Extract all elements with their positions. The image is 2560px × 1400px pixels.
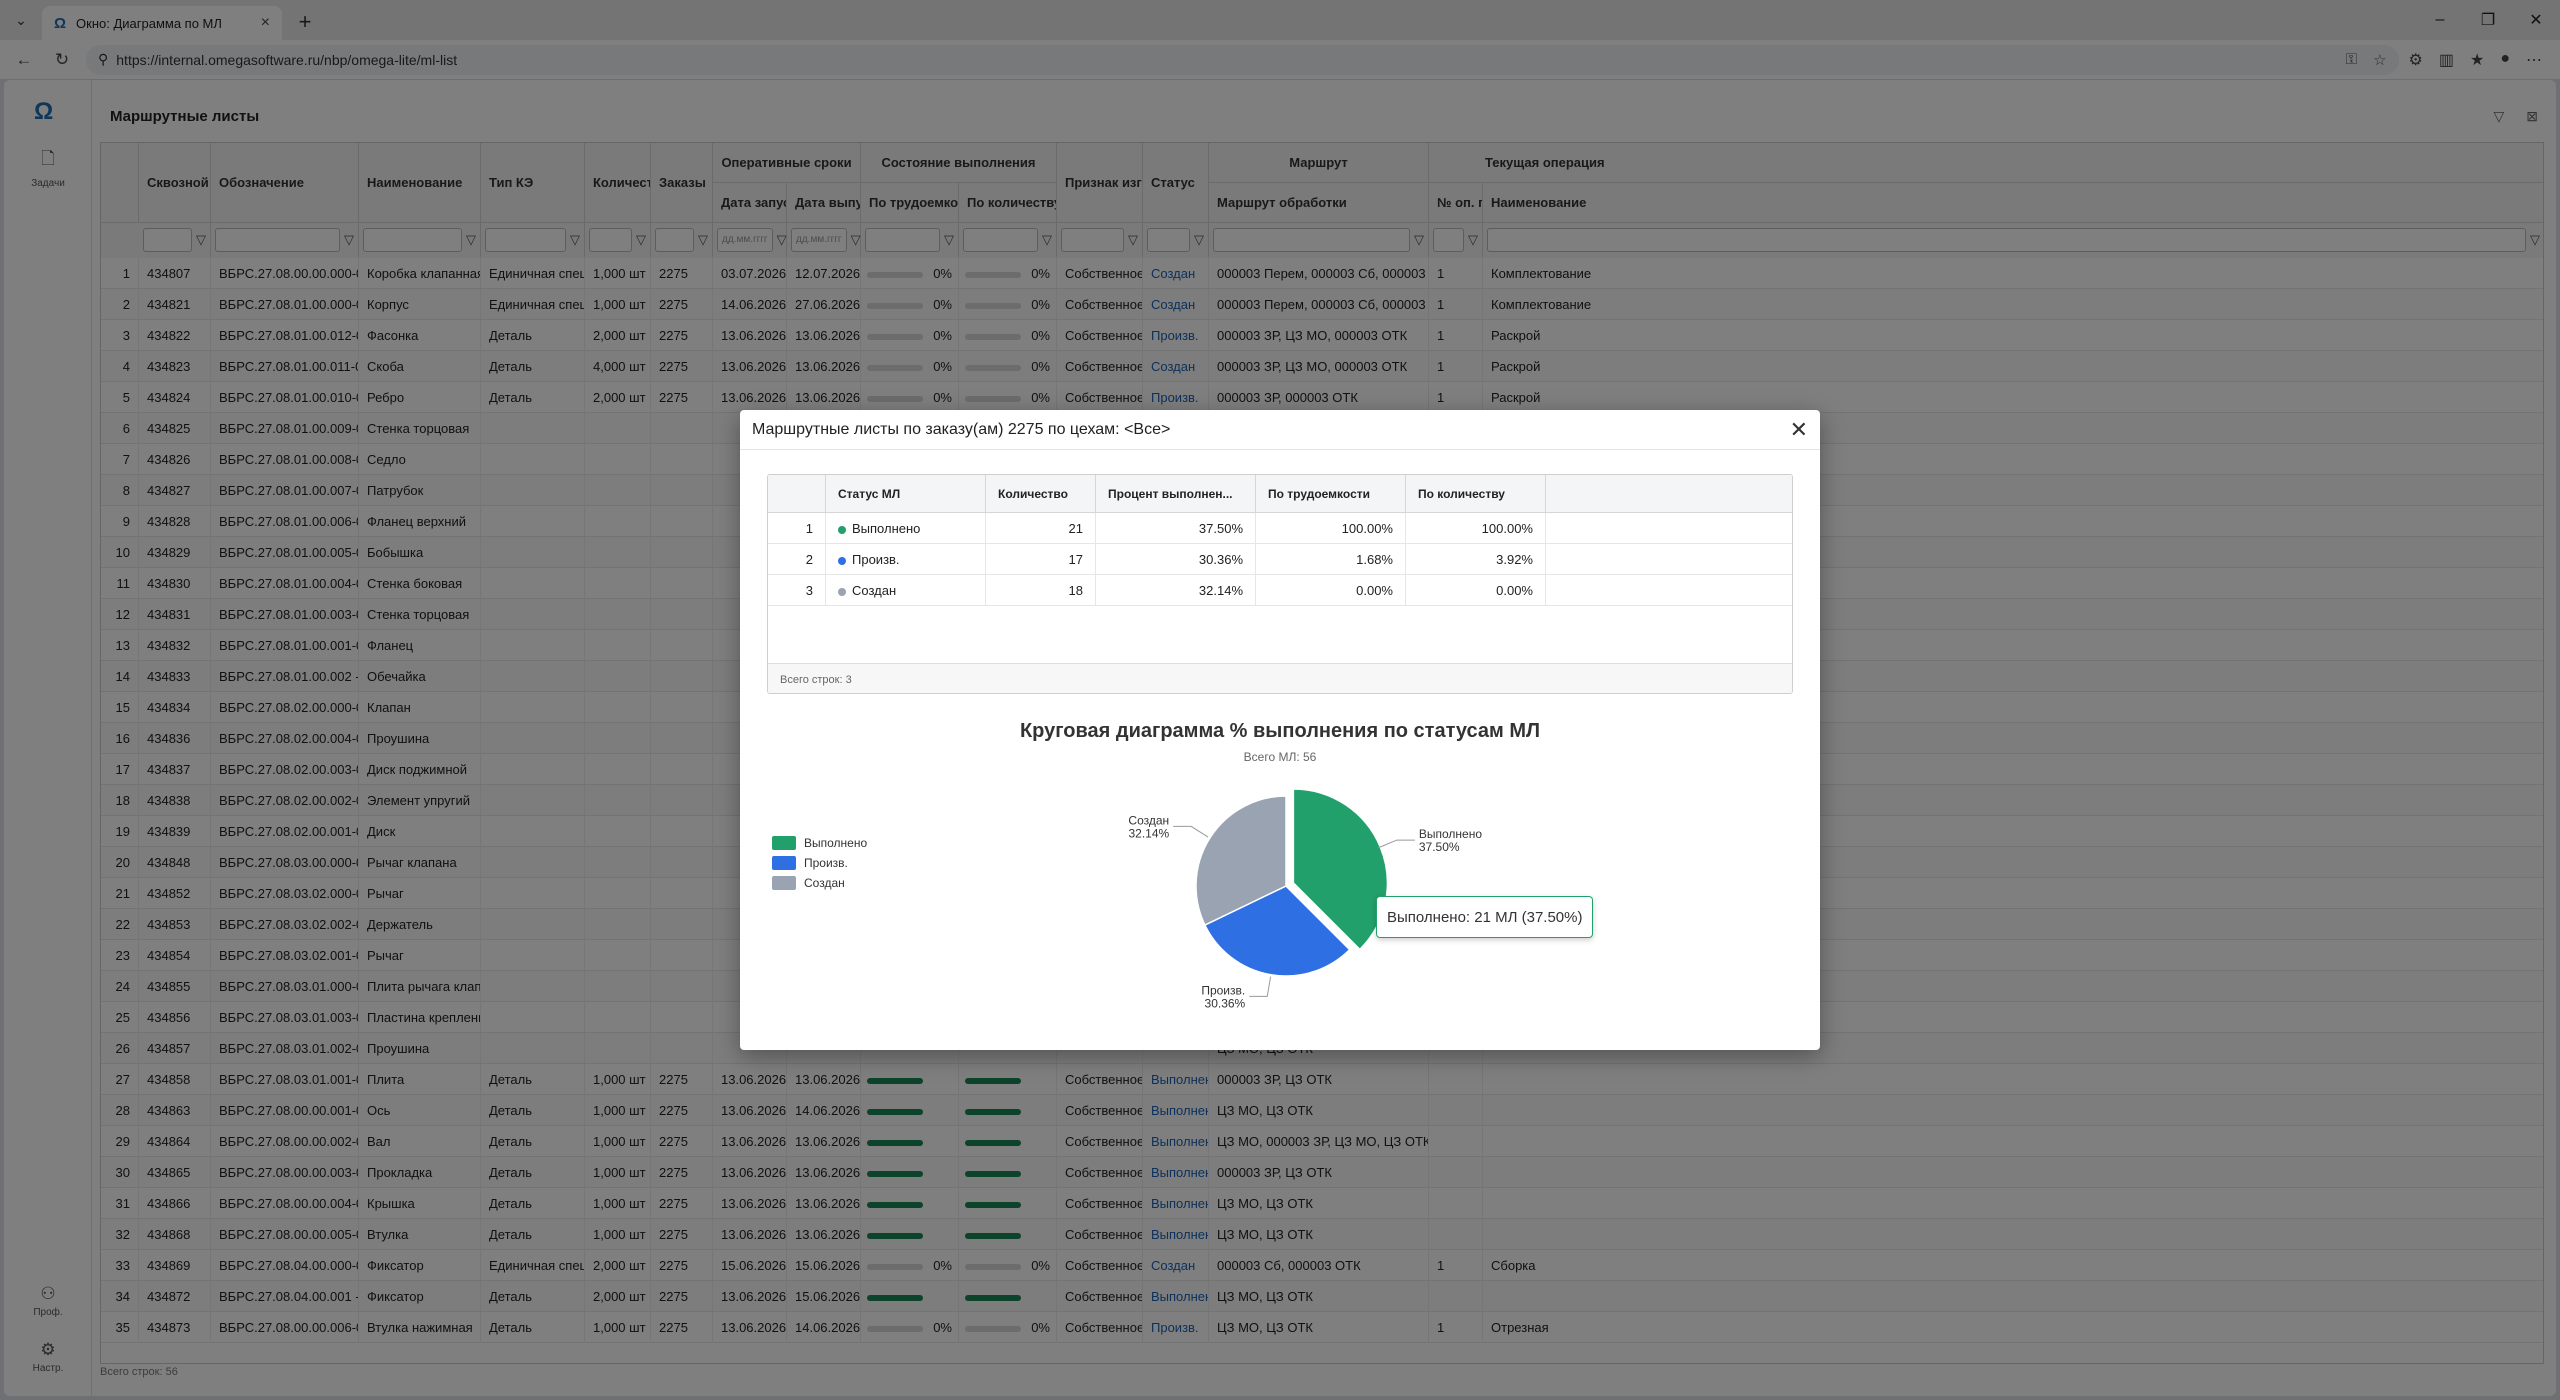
chart-tooltip: Выполнено: 21 МЛ (37.50%) xyxy=(1376,896,1594,938)
pie-label-value: 30.36% xyxy=(1205,996,1246,1010)
pie-callout-line xyxy=(1249,976,1272,997)
chart-modal: Маршрутные листы по заказу(ам) 2275 по ц… xyxy=(740,410,1820,1050)
pie-label-value: 37.50% xyxy=(1419,840,1460,854)
pie-label-name: Выполнено xyxy=(1419,827,1482,841)
pie-label-name: Произв. xyxy=(1201,983,1245,997)
pie-label-name: Создан xyxy=(1128,813,1169,827)
pie-callout-line xyxy=(1173,825,1209,838)
pie-label-value: 32.14% xyxy=(1128,826,1169,840)
pie-chart: Выполнено37.50% Произв.30.36% Создан32.14% xyxy=(1128,788,1482,1010)
pie-callout-line xyxy=(1378,839,1415,849)
